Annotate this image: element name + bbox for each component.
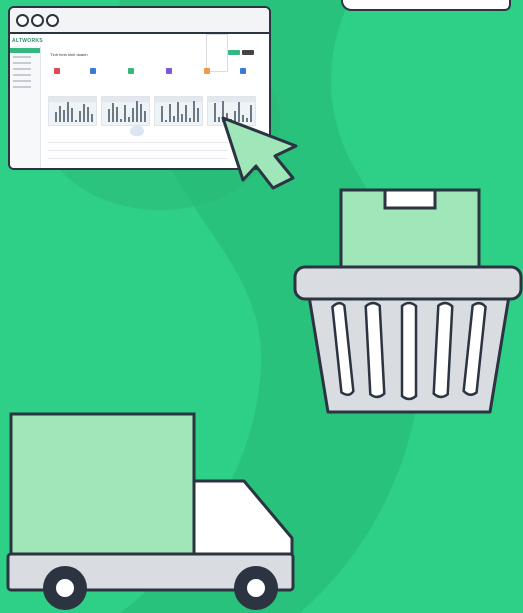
delivery-truck-icon <box>6 412 295 610</box>
